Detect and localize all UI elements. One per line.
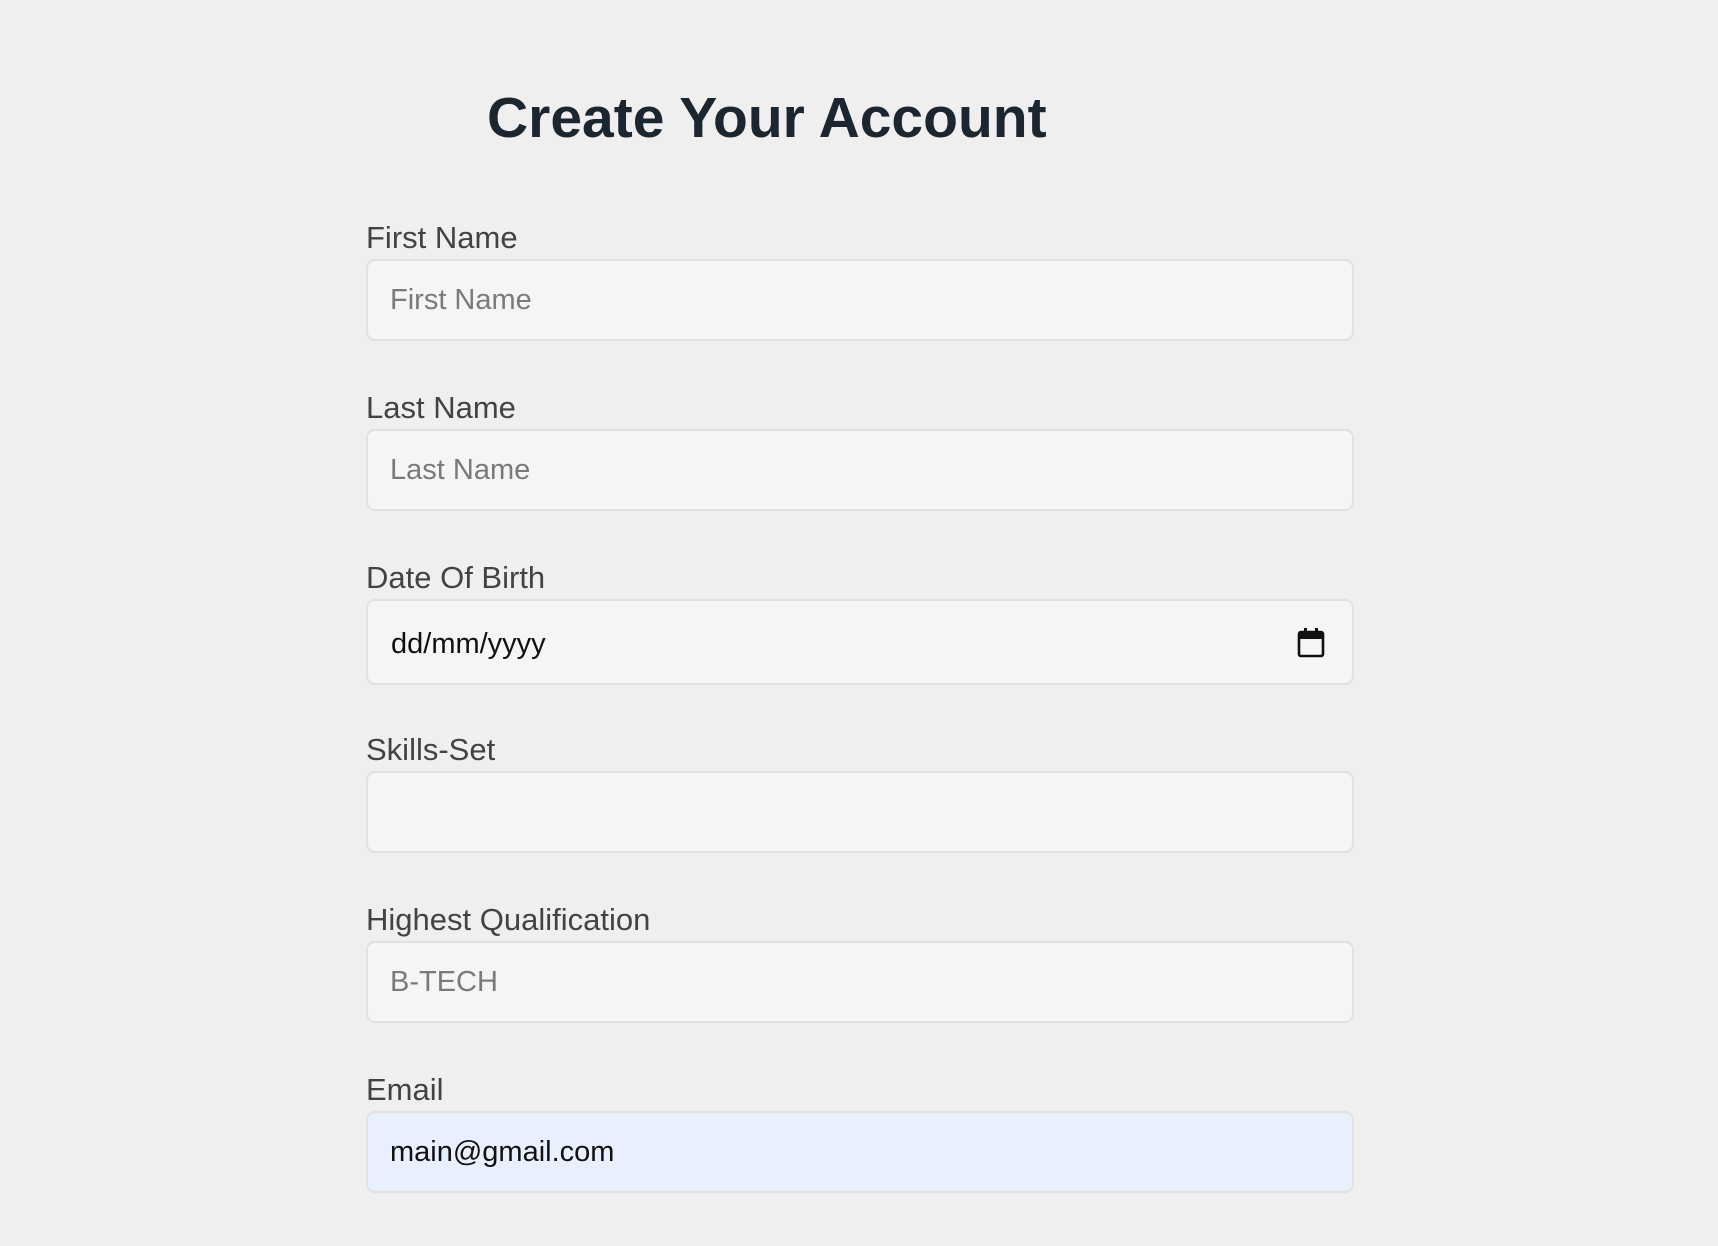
last-name-input[interactable]	[368, 431, 1352, 509]
email-field[interactable]	[366, 1111, 1354, 1193]
last-name-field[interactable]	[366, 429, 1354, 511]
date-of-birth-value: dd/mm/yyyy	[391, 628, 546, 660]
first-name-label: First Name	[366, 220, 518, 255]
highest-qualification-field[interactable]	[366, 941, 1354, 1023]
page-title: Create Your Account	[487, 86, 1047, 150]
calendar-icon[interactable]	[1297, 628, 1325, 658]
skills-set-field[interactable]	[366, 771, 1354, 853]
first-name-field[interactable]	[366, 259, 1354, 341]
skills-set-input[interactable]	[368, 773, 1352, 851]
date-of-birth-label: Date Of Birth	[366, 560, 546, 595]
email-label: Email	[366, 1072, 444, 1107]
skills-set-label: Skills-Set	[366, 732, 496, 767]
last-name-label: Last Name	[366, 390, 516, 425]
email-input[interactable]	[368, 1113, 1352, 1191]
highest-qualification-label: Highest Qualification	[366, 902, 651, 937]
first-name-input[interactable]	[368, 261, 1352, 339]
date-of-birth-input[interactable]: dd/mm/yyyy	[366, 599, 1354, 685]
highest-qualification-input[interactable]	[368, 943, 1352, 1021]
